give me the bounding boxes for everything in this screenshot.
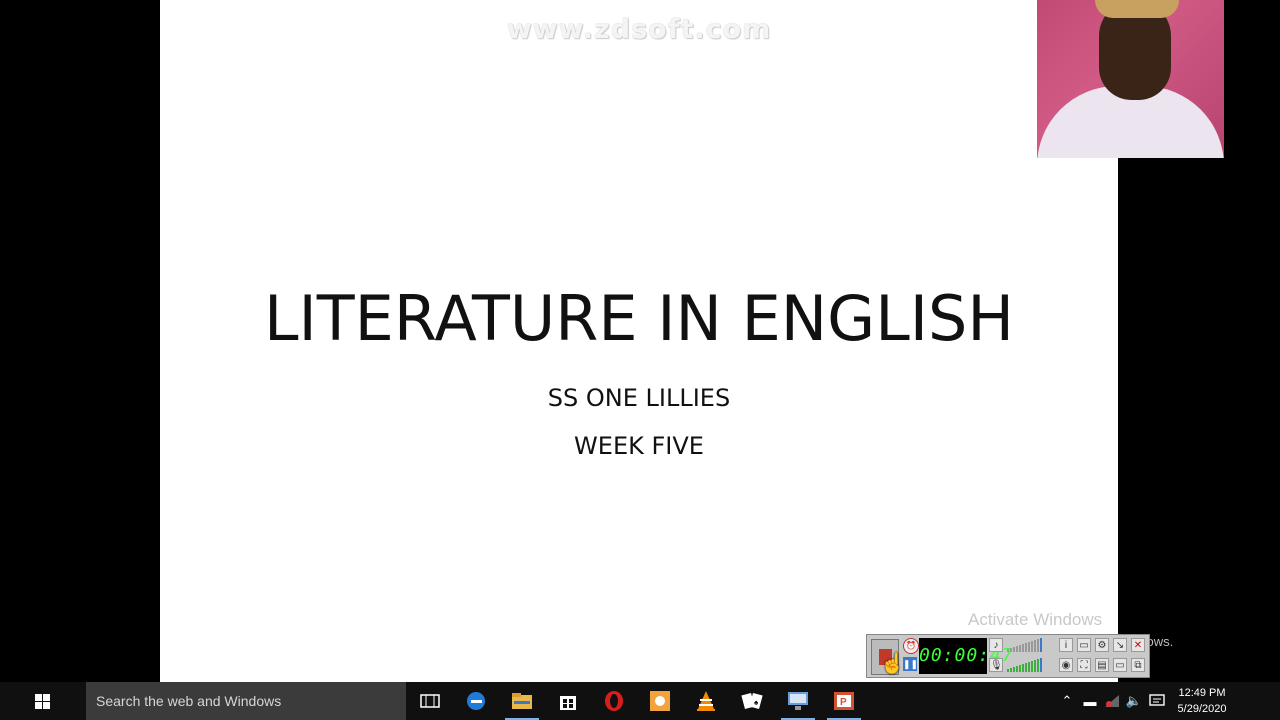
store-icon[interactable] — [545, 682, 591, 720]
action-center-icon[interactable] — [1146, 682, 1168, 720]
pause-button[interactable]: ❚❚ — [903, 657, 918, 671]
slide-subtitle-class: SS ONE LILLIES — [547, 384, 731, 412]
webcam-icon[interactable]: ◉ — [1059, 658, 1073, 672]
speaker-icon[interactable]: ♪ — [989, 638, 1003, 652]
region-icon[interactable]: ▤ — [1095, 658, 1109, 672]
slide-title: LITERATURE IN ENGLISH — [263, 282, 1015, 355]
task-view-icon[interactable] — [407, 682, 453, 720]
paint-app-icon[interactable] — [637, 682, 683, 720]
window-capture-icon[interactable]: ⧉ — [1131, 658, 1145, 672]
remote-desktop-icon[interactable] — [775, 682, 821, 720]
recorder-controls: ♪ i ▭ ⚙ ↘ ✕ 🎙 ◉ ⛶ ▤ ▭ ⧉ — [989, 638, 1145, 674]
gear-icon[interactable]: ⚙ — [1095, 638, 1109, 652]
microphone-icon[interactable]: 🎙 — [989, 658, 1003, 672]
speaker-volume-meter[interactable] — [1007, 638, 1042, 652]
windows-logo-icon — [34, 693, 50, 709]
monitor-icon[interactable]: ▭ — [1113, 658, 1127, 672]
microphone-volume-meter[interactable] — [1007, 658, 1042, 672]
power-battery-icon[interactable]: ▬ — [1080, 682, 1100, 720]
taskbar-search-box[interactable]: Search the web and Windows — [86, 682, 406, 720]
system-clock[interactable]: 12:49 PM 5/29/2020 — [1170, 682, 1234, 720]
opera-browser-icon[interactable] — [591, 682, 637, 720]
folder-icon[interactable]: ▭ — [1077, 638, 1091, 652]
clock-time: 12:49 PM — [1178, 687, 1226, 699]
recording-timer: 00:00:47 — [919, 638, 1013, 674]
start-button[interactable] — [0, 682, 84, 720]
edge-browser-icon[interactable] — [453, 682, 499, 720]
vlc-player-icon[interactable] — [683, 682, 729, 720]
show-hidden-icons-chevron-icon[interactable]: ⌃ — [1058, 682, 1076, 720]
mouse-cursor-icon: ☝ — [880, 653, 905, 675]
file-explorer-icon[interactable] — [499, 682, 545, 720]
close-icon[interactable]: ✕ — [1131, 638, 1145, 652]
webcam-person-headwrap — [1095, 0, 1179, 18]
webcam-overlay — [1037, 0, 1224, 158]
clock-date: 5/29/2020 — [1177, 703, 1227, 715]
screen-recorder-toolbar: ☝ ⏰ ❚❚ 00:00:47 ♪ i ▭ ⚙ ↘ ✕ 🎙 ◉ ⛶ ▤ ▭ ⧉ — [866, 634, 1150, 678]
presentation-slide: www.zdsoft.com LITERATURE IN ENGLISH SS … — [160, 0, 1118, 682]
solitaire-icon[interactable]: ♠ — [729, 682, 775, 720]
slide-subtitle-week: WEEK FIVE — [574, 432, 704, 460]
network-icon[interactable] — [1102, 682, 1122, 720]
windows-taskbar: Search the web and Windows ♠ P ⌃ ▬ 🔈 12:… — [0, 682, 1280, 720]
svg-text:P: P — [840, 697, 847, 708]
alarm-clock-icon[interactable]: ⏰ — [903, 638, 919, 654]
fullscreen-icon[interactable]: ⛶ — [1077, 658, 1091, 672]
info-icon[interactable]: i — [1059, 638, 1073, 652]
activate-windows-text: Activate Windows — [968, 610, 1103, 629]
powerpoint-icon[interactable]: P — [821, 682, 867, 720]
minimize-icon[interactable]: ↘ — [1113, 638, 1127, 652]
volume-speaker-icon[interactable]: 🔈 — [1124, 682, 1144, 720]
watermark: www.zdsoft.com — [506, 14, 772, 45]
